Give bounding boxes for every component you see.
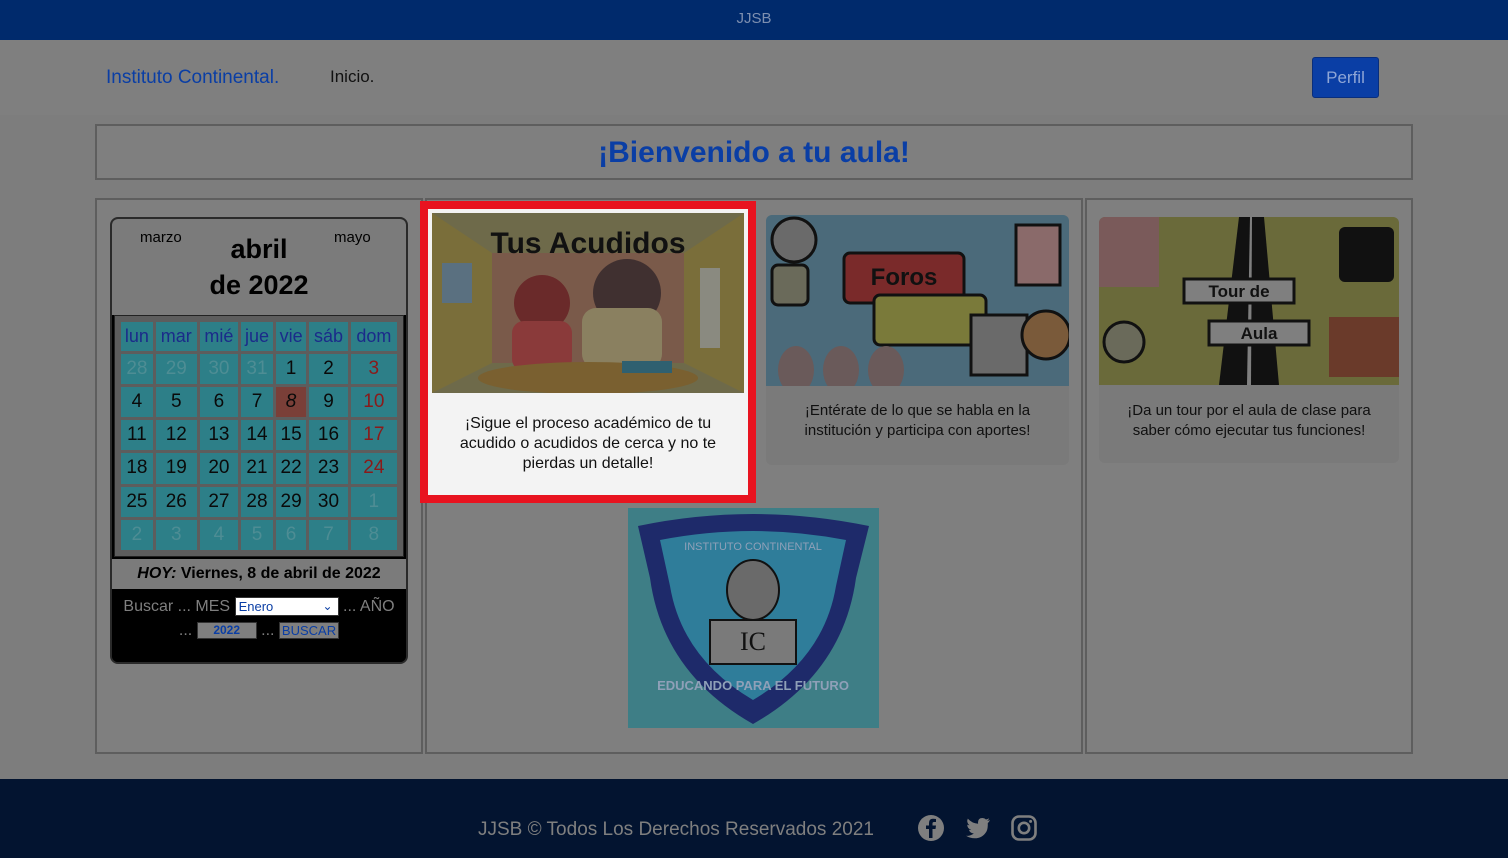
facebook-icon[interactable] bbox=[917, 814, 945, 842]
weekday-header: mié bbox=[199, 322, 239, 351]
calendar-today-line: HOY: Viernes, 8 de abril de 2022 bbox=[112, 559, 406, 589]
acudidos-description: ¡Sigue el proceso académico de tu acudid… bbox=[459, 415, 717, 472]
calendar-day[interactable]: 1 bbox=[350, 486, 397, 517]
weekday-header: jue bbox=[241, 322, 273, 351]
logo-bottom-text: EDUCANDO PARA EL FUTURO bbox=[657, 678, 849, 693]
calendar-day[interactable]: 15 bbox=[275, 420, 307, 451]
footer: JJSB © Todos Los Derechos Reservados 202… bbox=[0, 779, 1508, 858]
today-label: HOY: bbox=[137, 565, 177, 582]
card-tour[interactable]: Tour de Aula ¡Da un tour por el aula de … bbox=[1099, 217, 1399, 463]
buscar-button[interactable]: BUSCAR bbox=[278, 622, 340, 640]
button-prefix: ... bbox=[261, 622, 275, 639]
calendar-year: de 2022 bbox=[209, 270, 309, 300]
navbar: Instituto Continental. Inicio. Perfil bbox=[0, 40, 1508, 115]
calendar-header: marzo abril de 2022 mayo bbox=[112, 219, 406, 315]
welcome-banner: ¡Bienvenido a tu aula! bbox=[95, 124, 1413, 180]
calendar-day[interactable]: 8 bbox=[350, 519, 397, 550]
calendar-day[interactable]: 7 bbox=[241, 387, 273, 418]
search-mes-label: Buscar ... MES bbox=[123, 598, 231, 615]
calendar-day[interactable]: 28 bbox=[241, 486, 273, 517]
calendar-day[interactable]: 29 bbox=[155, 353, 197, 384]
calendar-day[interactable]: 30 bbox=[199, 353, 239, 384]
calendar-day[interactable]: 27 bbox=[199, 486, 239, 517]
weekday-header: mar bbox=[155, 322, 197, 351]
calendar-day[interactable]: 10 bbox=[350, 387, 397, 418]
calendar-day[interactable]: 21 bbox=[241, 453, 273, 484]
chevron-down-icon: ⌄ bbox=[322, 599, 333, 614]
foros-description: ¡Entérate de lo que se habla en la insti… bbox=[804, 402, 1031, 439]
shield-logo-icon: IC INSTITUTO CONTINENTAL EDUCANDO PARA E… bbox=[628, 508, 879, 728]
page-title: ¡Bienvenido a tu aula! bbox=[598, 136, 910, 169]
calendar-day[interactable]: 3 bbox=[350, 353, 397, 384]
month-select[interactable]: Enero ⌄ bbox=[234, 597, 339, 617]
calendar-grid: lun mar mié jue vie sáb dom 28 29 30 31 … bbox=[114, 315, 404, 557]
nav-inicio-link[interactable]: Inicio. bbox=[330, 67, 374, 87]
foros-illustration: Foros bbox=[766, 215, 1069, 386]
calendar-day[interactable]: 6 bbox=[275, 519, 307, 550]
calendar-day[interactable]: 18 bbox=[121, 453, 153, 484]
calendar-day[interactable]: 16 bbox=[309, 420, 348, 451]
calendar-day[interactable]: 9 bbox=[309, 387, 348, 418]
calendar-day[interactable]: 4 bbox=[199, 519, 239, 550]
year-prefix: ... bbox=[178, 622, 193, 639]
calendar-day[interactable]: 2 bbox=[121, 519, 153, 550]
perfil-button[interactable]: Perfil bbox=[1312, 57, 1379, 98]
acudidos-illustration: Tus Acudidos bbox=[432, 213, 744, 393]
calendar-day[interactable]: 13 bbox=[199, 420, 239, 451]
school-logo: IC INSTITUTO CONTINENTAL EDUCANDO PARA E… bbox=[628, 508, 879, 728]
foros-image-title: Foros bbox=[871, 264, 938, 291]
logo-top-text: INSTITUTO CONTINENTAL bbox=[684, 541, 822, 553]
calendar-day[interactable]: 11 bbox=[121, 420, 153, 451]
calendar-day[interactable]: 20 bbox=[199, 453, 239, 484]
card-foros[interactable]: Foros ¡Entérate de lo que se habla en la… bbox=[766, 215, 1069, 465]
month-select-value: Enero bbox=[238, 599, 274, 615]
year-input[interactable]: 2022 bbox=[196, 622, 257, 640]
calendar-day[interactable]: 4 bbox=[121, 387, 153, 418]
calendar-widget: marzo abril de 2022 mayo lun mar mié jue… bbox=[110, 217, 408, 664]
instagram-icon[interactable] bbox=[1010, 814, 1038, 842]
weekday-header: dom bbox=[350, 322, 397, 351]
calendar-day[interactable]: 12 bbox=[155, 420, 197, 451]
calendar-day[interactable]: 5 bbox=[155, 387, 197, 418]
top-bar-title: JJSB bbox=[736, 10, 772, 27]
calendar-day[interactable]: 29 bbox=[275, 486, 307, 517]
calendar-day[interactable]: 5 bbox=[241, 519, 273, 550]
calendar-day[interactable]: 31 bbox=[241, 353, 273, 384]
tour-illustration: Tour de Aula bbox=[1099, 217, 1399, 385]
calendar-day-today[interactable]: 8 bbox=[275, 387, 307, 418]
weekday-header: vie bbox=[275, 322, 307, 351]
calendar-day[interactable]: 14 bbox=[241, 420, 273, 451]
calendar-day[interactable]: 2 bbox=[309, 353, 348, 384]
footer-copyright: JJSB © Todos Los Derechos Reservados 202… bbox=[478, 819, 874, 840]
weekday-header: sáb bbox=[309, 322, 348, 351]
calendar-day[interactable]: 28 bbox=[121, 353, 153, 384]
calendar-day[interactable]: 26 bbox=[155, 486, 197, 517]
acudidos-image-title: Tus Acudidos bbox=[491, 227, 686, 260]
today-value: Viernes, 8 de abril de 2022 bbox=[180, 565, 381, 582]
tour-description: ¡Da un tour por el aula de clase para sa… bbox=[1127, 402, 1371, 439]
calendar-day[interactable]: 30 bbox=[309, 486, 348, 517]
tour-image-title-1: Tour de bbox=[1208, 282, 1269, 301]
weekday-header: lun bbox=[121, 322, 153, 351]
search-year-label: ... AÑO bbox=[343, 598, 395, 615]
calendar-day[interactable]: 6 bbox=[199, 387, 239, 418]
brand-link[interactable]: Instituto Continental. bbox=[106, 67, 279, 89]
logo-initials: IC bbox=[740, 627, 766, 656]
card-acudidos[interactable]: Tus Acudidos ¡Sigue el proceso académico… bbox=[420, 201, 756, 503]
calendar-day[interactable]: 17 bbox=[350, 420, 397, 451]
calendar-next-month[interactable]: mayo bbox=[334, 229, 371, 246]
calendar-day[interactable]: 22 bbox=[275, 453, 307, 484]
calendar-search: Buscar ... MES Enero ⌄ ... AÑO ... 2022 .… bbox=[112, 589, 406, 662]
calendar-day[interactable]: 1 bbox=[275, 353, 307, 384]
calendar-day[interactable]: 23 bbox=[309, 453, 348, 484]
top-bar: JJSB bbox=[0, 0, 1508, 40]
calendar-day[interactable]: 7 bbox=[309, 519, 348, 550]
calendar-day[interactable]: 25 bbox=[121, 486, 153, 517]
calendar-day[interactable]: 24 bbox=[350, 453, 397, 484]
calendar-day[interactable]: 19 bbox=[155, 453, 197, 484]
calendar-day[interactable]: 3 bbox=[155, 519, 197, 550]
twitter-icon[interactable] bbox=[964, 814, 992, 842]
tour-image-title-2: Aula bbox=[1241, 324, 1278, 343]
